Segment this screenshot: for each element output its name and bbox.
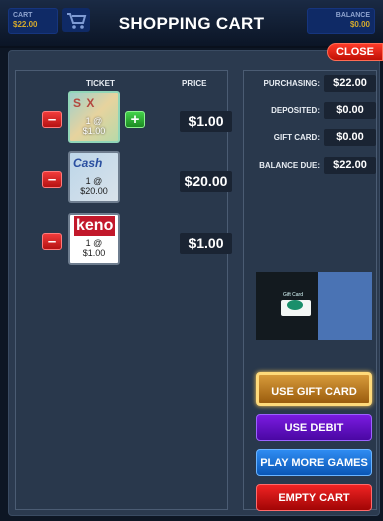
- header-bar: CART $22.00 SHOPPING CART BALANCE $0.00: [0, 0, 383, 48]
- remove-ticket-button[interactable]: –: [42, 171, 62, 188]
- ticket-row: – S X 1 @ $1.00 + $1.00: [16, 91, 232, 147]
- ticket-image: keno 1 @ $1.00: [68, 213, 120, 265]
- ticket-qty-price: $1.00: [82, 126, 106, 136]
- ticket-art: keno: [74, 216, 116, 236]
- ticket-price: $20.00: [180, 171, 232, 192]
- gift-card-logo-icon: [287, 300, 303, 310]
- ticket-list-panel: TICKET PRICE – S X 1 @ $1.00 + $1.00 – C…: [15, 70, 232, 510]
- ticket-image: S X 1 @ $1.00: [68, 91, 120, 143]
- gift-card-text: Gift Card: [283, 292, 304, 298]
- deposited-value: $0.00: [324, 102, 376, 119]
- ticket-art: Cash: [73, 156, 103, 170]
- add-ticket-button[interactable]: +: [125, 111, 145, 128]
- gift-card-value: $0.00: [324, 129, 376, 146]
- balance-box: BALANCE $0.00: [307, 8, 375, 34]
- ticket-art: S X: [73, 96, 96, 110]
- summary-gift-card: GIFT CARD: $0.00: [252, 129, 378, 147]
- summary-balance-due: BALANCE DUE: $22.00: [252, 157, 378, 175]
- balance-due-value: $22.00: [324, 157, 376, 174]
- ticket-price: $1.00: [180, 233, 232, 254]
- close-button[interactable]: CLOSE: [327, 43, 383, 61]
- ticket-row: – Cash 1 @ $20.00 $20.00: [16, 151, 232, 207]
- ticket-row: – keno 1 @ $1.00 $1.00: [16, 213, 232, 269]
- balance-due-label: BALANCE DUE:: [259, 161, 320, 170]
- use-gift-card-button[interactable]: USE GIFT CARD: [256, 372, 372, 406]
- ticket-qty-price: $20.00: [80, 186, 108, 196]
- ticket-quantity: 1 @ $20.00: [70, 176, 118, 196]
- use-debit-button[interactable]: USE DEBIT: [256, 414, 372, 441]
- ticket-quantity: 1 @ $1.00: [70, 238, 118, 258]
- ticket-qty-count: 1 @: [85, 176, 103, 186]
- ticket-image: Cash 1 @ $20.00: [68, 151, 120, 203]
- summary-deposited: DEPOSITED: $0.00: [252, 102, 378, 120]
- summary-purchasing: PURCHASING: $22.00: [252, 75, 378, 93]
- remove-ticket-button[interactable]: –: [42, 233, 62, 250]
- balance-value: $0.00: [349, 20, 370, 29]
- ticket-qty-count: 1 @: [85, 116, 103, 126]
- gift-card-kiosk-image: Gift Card: [256, 272, 372, 340]
- ticket-quantity: 1 @ $1.00: [70, 116, 118, 136]
- ticket-qty-count: 1 @: [85, 238, 103, 248]
- purchasing-label: PURCHASING:: [263, 79, 320, 88]
- ticket-column-header: TICKET: [86, 79, 115, 88]
- ticket-price: $1.00: [180, 111, 232, 132]
- gift-card-label: GIFT CARD:: [273, 133, 320, 142]
- balance-label: BALANCE: [335, 12, 370, 19]
- play-more-games-button[interactable]: PLAY MORE GAMES: [256, 449, 372, 476]
- price-column-header: PRICE: [182, 79, 207, 88]
- ticket-qty-price: $1.00: [82, 248, 106, 258]
- remove-ticket-button[interactable]: –: [42, 111, 62, 128]
- purchasing-value: $22.00: [324, 75, 376, 92]
- empty-cart-button[interactable]: EMPTY CART: [256, 484, 372, 511]
- deposited-label: DEPOSITED:: [271, 106, 320, 115]
